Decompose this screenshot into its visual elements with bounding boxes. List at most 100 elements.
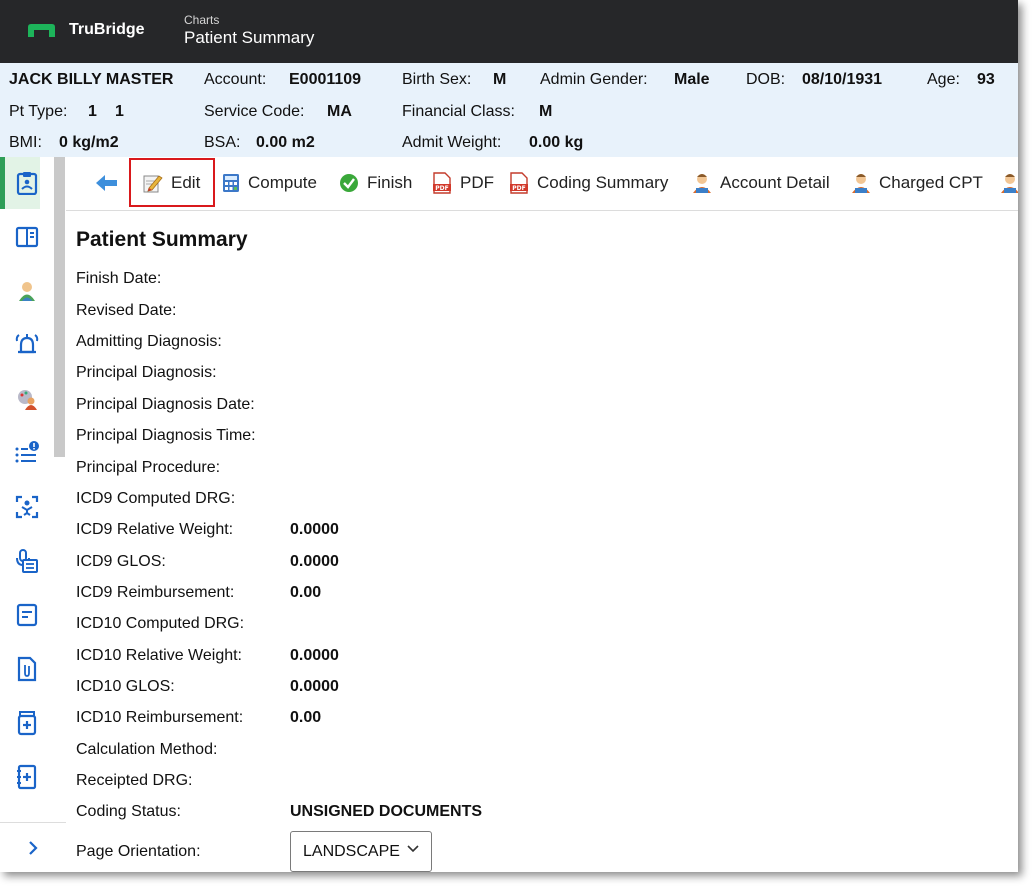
scan-person-icon[interactable] [12,492,42,522]
palette-person-icon[interactable] [12,384,42,414]
bmi-value: 0 kg/m2 [59,134,119,151]
left-nav [0,157,67,872]
icd9-glos-label: ICD9 GLOS: [76,553,166,570]
pt-type-value-b: 1 [115,103,124,120]
icd10-computed-drg-label: ICD10 Computed DRG: [76,615,245,632]
page-title: Patient Summary [76,228,248,251]
chevron-right-icon [29,841,38,855]
book-icon[interactable] [12,222,42,252]
icd10-reimbursement-label: ICD10 Reimbursement: [76,709,244,726]
account-value: E0001109 [289,71,362,88]
patient-summary-panel: Patient Summary Finish Date: Revised Dat… [66,211,1018,872]
pdf-button-label: PDF [460,173,494,192]
alarm-icon[interactable] [12,330,42,360]
finish-date-label: Finish Date: [76,270,162,287]
person-icon [852,174,870,193]
patient-header: JACK BILLY MASTER Account: E0001109 Birt… [0,63,1018,157]
list-alert-icon[interactable] [12,438,42,468]
page-orientation-select[interactable]: LANDSCAPE [290,831,432,872]
back-arrow-icon [96,175,117,191]
person-icon [1001,174,1018,193]
admit-weight-value: 0.00 kg [529,134,584,151]
pdf-button[interactable]: PDF PDF [432,168,494,198]
icd9-reimbursement-value: 0.00 [290,584,322,601]
check-circle-icon [340,174,358,192]
principal-diagnosis-label: Principal Diagnosis: [76,364,217,381]
receipted-drg-label: Receipted DRG: [76,772,193,789]
pdf-icon: PDF [433,172,451,194]
charged-cpt-button-label: Charged CPT [879,173,983,192]
principal-diagnosis-date-label: Principal Diagnosis Date: [76,396,255,413]
page-orientation-label: Page Orientation: [76,843,201,860]
coding-status-value: UNSIGNED DOCUMENTS [290,803,483,820]
birth-sex-label: Birth Sex: [402,71,472,88]
person-icon [693,174,711,193]
coding-summary-button-label: Coding Summary [537,173,669,192]
icd10-glos-value: 0.0000 [290,678,339,695]
clipboard-icon[interactable] [12,168,42,198]
admin-gender-label: Admin Gender: [540,71,648,88]
finish-button[interactable]: Finish [339,168,412,198]
financial-class-label: Financial Class: [402,103,515,120]
principal-diagnosis-time-label: Principal Diagnosis Time: [76,427,256,444]
account-detail-button[interactable]: Account Detail [692,168,830,198]
admin-gender-value: Male [674,71,710,88]
expand-nav-button[interactable] [0,822,66,872]
nav-scrollbar[interactable] [54,157,65,457]
icd9-glos-value: 0.0000 [290,553,339,570]
revised-date-label: Revised Date: [76,302,177,319]
bsa-value: 0.00 m2 [256,134,315,151]
compute-button[interactable]: Compute [222,168,317,198]
icd10-relative-weight-value: 0.0000 [290,647,339,664]
brand-name[interactable]: TruBridge [69,21,145,39]
icd10-reimbursement-value: 0.00 [290,709,322,726]
svg-text:PDF: PDF [512,185,525,192]
note-icon[interactable] [12,600,42,630]
coding-status-label: Coding Status: [76,803,181,820]
icd10-glos-label: ICD10 GLOS: [76,678,175,695]
attachment-icon[interactable] [12,654,42,684]
bmi-label: BMI: [9,134,42,151]
admit-weight-label: Admit Weight: [402,134,502,151]
dob-value: 08/10/1931 [802,71,883,88]
pdf-icon: PDF [510,172,528,194]
page-title-header: Patient Summary [184,28,315,47]
finish-button-label: Finish [367,173,413,192]
principal-procedure-label: Principal Procedure: [76,459,221,476]
charged-cpt-button[interactable]: Charged CPT [851,168,983,198]
compute-button-label: Compute [248,173,317,192]
account-label: Account: [204,71,267,88]
chevron-down-icon [407,845,419,853]
account-detail-button-label: Account Detail [720,173,830,192]
pt-type-value-a: 1 [88,103,97,120]
icd9-relative-weight-label: ICD9 Relative Weight: [76,521,234,538]
breadcrumb[interactable]: Charts [184,13,219,27]
birth-sex-value: M [493,71,507,88]
age-label: Age: [927,71,960,88]
service-code-value: MA [327,103,352,120]
bsa-label: BSA: [204,134,241,151]
page-orientation-value: LANDSCAPE [303,842,400,860]
icd9-reimbursement-label: ICD9 Reimbursement: [76,584,235,601]
pt-type-label: Pt Type: [9,103,68,120]
calculator-icon [223,174,239,192]
svg-text:PDF: PDF [435,185,448,192]
calculation-method-label: Calculation Method: [76,741,218,758]
trubridge-logo-icon [28,24,55,37]
more-toolbar-button[interactable] [1000,168,1018,198]
person-icon[interactable] [12,276,42,306]
app-window: TruBridge Charts Patient Summary JACK BI… [0,0,1018,872]
microphone-doc-icon[interactable] [12,546,42,576]
patient-name: JACK BILLY MASTER [9,71,174,88]
icd9-computed-drg-label: ICD9 Computed DRG: [76,490,236,507]
back-button[interactable] [96,168,126,198]
service-code-label: Service Code: [204,103,305,120]
age-value: 93 [977,71,995,88]
medication-icon[interactable] [12,708,42,738]
admitting-diagnosis-label: Admitting Diagnosis: [76,333,222,350]
dob-label: DOB: [746,71,786,88]
edit-highlight-box [129,158,215,207]
top-bar: TruBridge Charts Patient Summary [0,0,1018,63]
notebook-plus-icon[interactable] [12,762,42,792]
coding-summary-button[interactable]: PDF Coding Summary [509,168,668,198]
